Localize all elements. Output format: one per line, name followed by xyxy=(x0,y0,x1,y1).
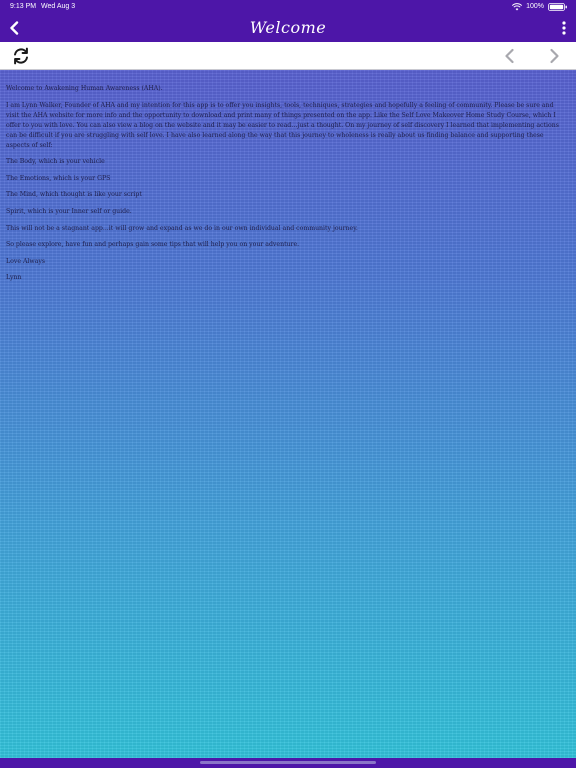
refresh-button[interactable] xyxy=(11,46,31,66)
home-indicator[interactable] xyxy=(200,761,376,764)
aspect-emotions: The Emotions, which is your GPS xyxy=(6,174,111,182)
signoff-line: Love Always xyxy=(6,257,46,265)
battery-icon xyxy=(548,3,567,11)
founder-paragraph: I am Lynn Walker, Founder of AHA and my … xyxy=(6,101,559,149)
intro-paragraph: Welcome to Awakening Human Awareness (AH… xyxy=(6,85,163,92)
signature-name: Lynn xyxy=(6,274,22,282)
more-options-button[interactable] xyxy=(560,20,568,36)
welcome-article: Welcome to Awakening Human Awareness (AH… xyxy=(6,84,566,290)
top-bar: 9:13 PM Wed Aug 3 100% Welcome xyxy=(0,0,576,42)
nav-bar: Welcome xyxy=(0,14,576,42)
bottom-bar xyxy=(0,758,576,768)
aspect-spirit: Spirit, which is your Inner self or guid… xyxy=(6,207,132,215)
vertical-ellipsis-icon xyxy=(562,21,566,35)
chevron-right-icon xyxy=(550,48,559,64)
status-date: Wed Aug 3 xyxy=(41,3,76,10)
app-screen: 9:13 PM Wed Aug 3 100% Welcome Welcome t… xyxy=(0,0,576,768)
browser-back-button[interactable] xyxy=(500,46,520,66)
status-time: 9:13 PM xyxy=(10,3,37,10)
page-title: Welcome xyxy=(249,18,327,37)
chevron-left-icon xyxy=(505,48,514,64)
web-content[interactable]: Welcome to Awakening Human Awareness (AH… xyxy=(0,70,576,758)
battery-percent: 100% xyxy=(526,3,544,10)
status-bar: 9:13 PM Wed Aug 3 100% xyxy=(0,0,576,14)
browser-toolbar xyxy=(0,42,576,70)
browser-forward-button[interactable] xyxy=(544,46,564,66)
aspect-body: The Body, which is your vehicle xyxy=(6,158,105,166)
refresh-icon xyxy=(14,47,28,65)
growth-paragraph: This will not be a stagnant app...it wil… xyxy=(6,224,358,232)
aspect-mind: The Mind, which thought is like your scr… xyxy=(6,191,142,199)
wifi-icon xyxy=(512,3,523,11)
explore-paragraph: So please explore, have fun and perhaps … xyxy=(6,241,300,249)
status-indicators: 100% xyxy=(512,0,568,14)
